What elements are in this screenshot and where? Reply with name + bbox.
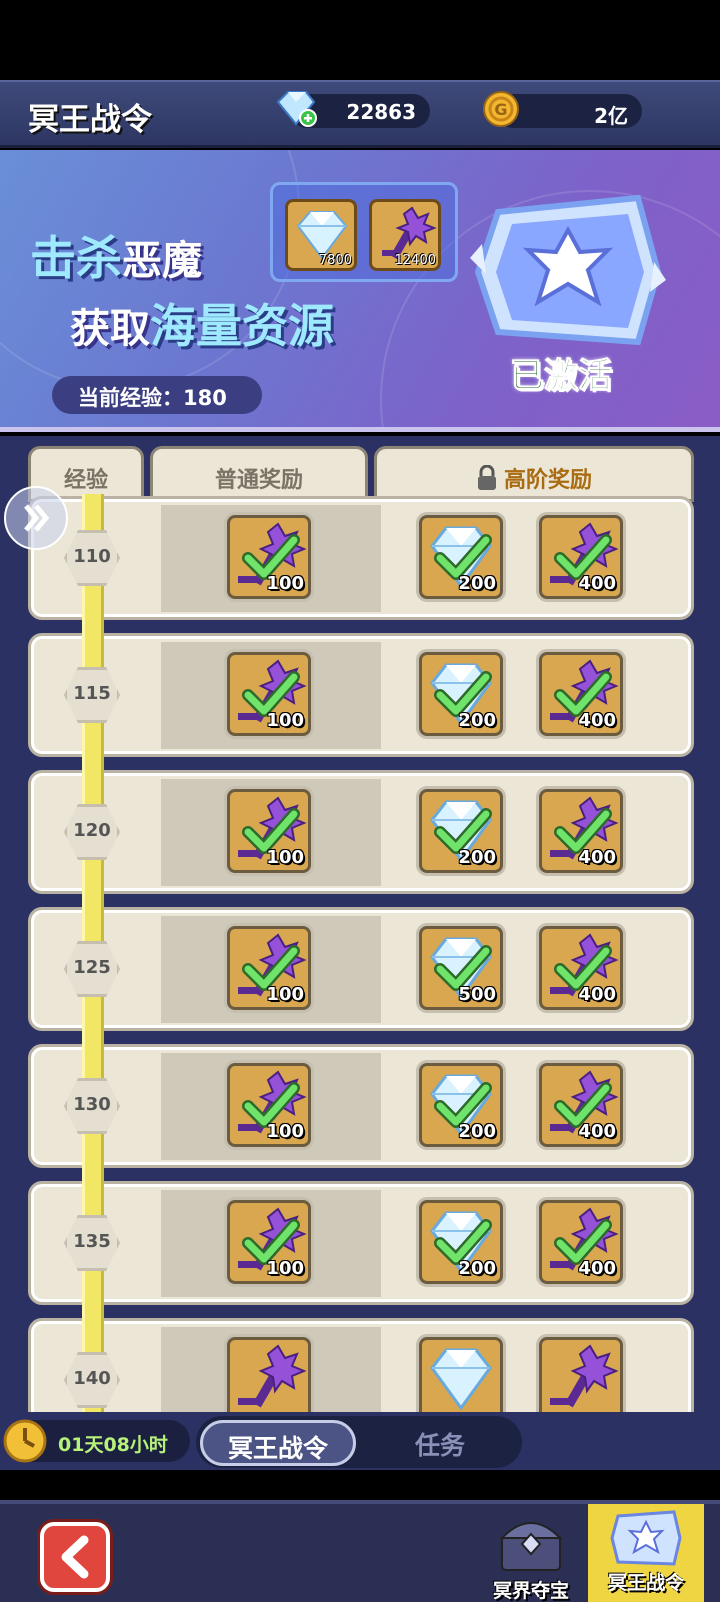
reward-count: 100 bbox=[266, 847, 304, 868]
normal-reward-key[interactable]: 100 bbox=[227, 515, 311, 599]
premium-reward-diamond[interactable] bbox=[419, 1337, 503, 1412]
gold-coin-icon: G bbox=[483, 91, 519, 127]
reward-count: 400 bbox=[578, 573, 616, 594]
battle-pass-icon bbox=[610, 1510, 682, 1566]
premium-reward-diamond[interactable]: 200 bbox=[419, 652, 503, 736]
battle-pass-banner: 击杀恶魔 获取海量资源 当前经验：180 7800 12400 已激活 bbox=[0, 150, 720, 432]
reward-track-panel: 经验 普通奖励 高阶奖励 100 200 400 100 200 400 100 200 400… bbox=[0, 436, 720, 1412]
pass-status: 已激活 bbox=[510, 356, 613, 397]
premium-reward-diamond[interactable]: 500 bbox=[419, 926, 503, 1010]
bottom-bar: 冥界夺宝 冥王战令 bbox=[0, 1500, 720, 1602]
reward-row: 100 200 400 bbox=[28, 1181, 694, 1305]
nav-battle-pass[interactable]: 冥王战令 bbox=[588, 1504, 704, 1602]
current-exp-label: 当前经验：180 bbox=[52, 376, 262, 414]
normal-reward-key[interactable] bbox=[227, 1337, 311, 1412]
lock-icon bbox=[477, 464, 496, 490]
reward-row: 100 200 400 bbox=[28, 633, 694, 757]
reward-count: 400 bbox=[578, 1258, 616, 1279]
nav-battle-pass-label: 冥王战令 bbox=[607, 1572, 684, 1594]
premium-reward-key[interactable]: 400 bbox=[539, 1063, 623, 1147]
reward-count: 100 bbox=[266, 1121, 304, 1142]
reward-count: 200 bbox=[458, 573, 496, 594]
premium-reward-key[interactable]: 400 bbox=[539, 1200, 623, 1284]
back-button[interactable] bbox=[40, 1522, 110, 1592]
reward-row: 100 200 400 bbox=[28, 496, 694, 620]
reward-count: 400 bbox=[578, 847, 616, 868]
normal-reward-key[interactable]: 100 bbox=[227, 652, 311, 736]
nav-treasure[interactable]: 冥界夺宝 bbox=[476, 1512, 586, 1602]
treasure-chest-icon bbox=[499, 1522, 563, 1571]
dark-key-icon bbox=[238, 1344, 307, 1408]
reward-count: 200 bbox=[458, 1258, 496, 1279]
double-chevron-right-icon bbox=[24, 504, 50, 532]
gem-count: 22863 bbox=[346, 100, 416, 124]
preview-diamond[interactable]: 7800 bbox=[285, 199, 357, 271]
expand-button[interactable] bbox=[4, 486, 68, 550]
premium-pass-badge-icon bbox=[470, 194, 666, 346]
reward-row: 100 200 400 bbox=[28, 770, 694, 894]
premium-reward-diamond[interactable]: 200 bbox=[419, 1063, 503, 1147]
dark-key-icon bbox=[550, 1344, 619, 1408]
premium-reward-key[interactable] bbox=[539, 1337, 623, 1412]
clock-icon bbox=[3, 1419, 47, 1463]
tab-premium-label: 高阶奖励 bbox=[503, 468, 592, 493]
premium-reward-diamond[interactable]: 200 bbox=[419, 789, 503, 873]
reward-count: 400 bbox=[578, 1121, 616, 1142]
tab-premium-rewards[interactable]: 高阶奖励 bbox=[374, 446, 694, 502]
reward-count: 100 bbox=[266, 1258, 304, 1279]
reward-count: 200 bbox=[458, 847, 496, 868]
gem-add-icon[interactable] bbox=[272, 88, 318, 128]
normal-reward-key[interactable]: 100 bbox=[227, 1063, 311, 1147]
reward-row: 100 200 400 bbox=[28, 1044, 694, 1168]
tab-battle-pass[interactable]: 冥王战令 bbox=[200, 1420, 356, 1466]
back-arrow-icon bbox=[61, 1535, 89, 1579]
svg-text:G: G bbox=[494, 100, 507, 119]
reward-preview: 7800 12400 bbox=[270, 182, 458, 282]
normal-reward-key[interactable]: 100 bbox=[227, 1200, 311, 1284]
banner-headline-1: 击杀恶魔 bbox=[30, 231, 202, 285]
premium-reward-diamond[interactable]: 200 bbox=[419, 1200, 503, 1284]
normal-reward-key[interactable]: 100 bbox=[227, 926, 311, 1010]
tab-normal-rewards[interactable]: 普通奖励 bbox=[150, 446, 368, 502]
reward-count: 100 bbox=[266, 984, 304, 1005]
reward-count: 400 bbox=[578, 984, 616, 1005]
premium-reward-key[interactable]: 400 bbox=[539, 926, 623, 1010]
nav-treasure-label: 冥界夺宝 bbox=[492, 1580, 569, 1602]
normal-reward-key[interactable]: 100 bbox=[227, 789, 311, 873]
top-bar: 冥王战令 22863 2亿 G bbox=[0, 80, 720, 148]
premium-reward-key[interactable]: 400 bbox=[539, 515, 623, 599]
reward-count: 200 bbox=[458, 710, 496, 731]
reward-count: 100 bbox=[266, 573, 304, 594]
gold-count: 2亿 bbox=[594, 104, 628, 128]
sub-nav: 01天08小时 冥王战令 任务 bbox=[0, 1412, 720, 1470]
reward-count: 400 bbox=[578, 710, 616, 731]
tab-tasks[interactable]: 任务 bbox=[380, 1426, 500, 1462]
reward-count: 200 bbox=[458, 1121, 496, 1142]
reward-row: 100 500 400 bbox=[28, 907, 694, 1031]
premium-reward-diamond[interactable]: 200 bbox=[419, 515, 503, 599]
preview-key[interactable]: 12400 bbox=[369, 199, 441, 271]
reward-count: 500 bbox=[458, 984, 496, 1005]
page-title: 冥王战令 bbox=[28, 102, 152, 138]
premium-reward-key[interactable]: 400 bbox=[539, 652, 623, 736]
premium-reward-key[interactable]: 400 bbox=[539, 789, 623, 873]
diamond-icon bbox=[430, 1348, 492, 1411]
reward-count: 100 bbox=[266, 710, 304, 731]
reward-row bbox=[28, 1318, 694, 1412]
banner-headline-2: 获取海量资源 bbox=[70, 299, 334, 353]
